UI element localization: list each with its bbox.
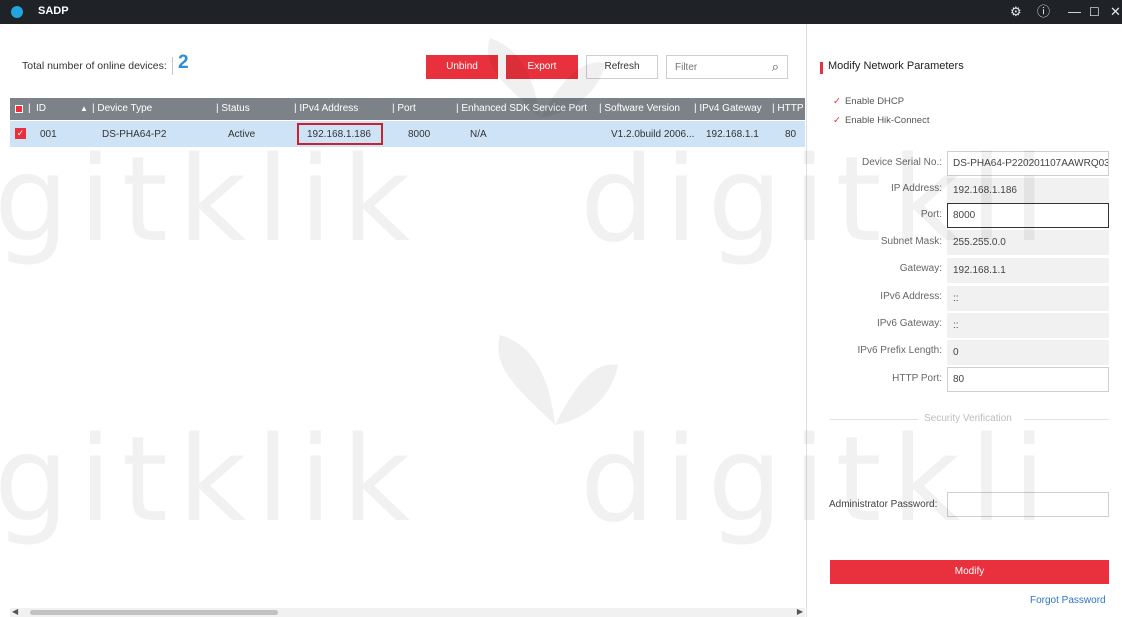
enable-hik-connect-checkbox[interactable]: ✓ Enable Hik-Connect <box>833 115 929 126</box>
column-header-status[interactable]: | Status <box>216 103 250 114</box>
watermark-text: digitkli <box>580 410 1056 548</box>
settings-icon[interactable]: ⚙ <box>1010 3 1022 21</box>
ipv6-prefix-label: IPv6 Prefix Length: <box>857 345 943 356</box>
scrollbar-thumb[interactable] <box>30 610 278 615</box>
security-verification-label: Security Verification <box>924 413 1012 424</box>
filter-input[interactable] <box>675 60 765 74</box>
online-devices-label: Total number of online devices: <box>22 60 167 72</box>
gateway-label: Gateway: <box>899 263 942 274</box>
cell-device-type: DS-PHA64-P2 <box>102 129 167 140</box>
info-icon[interactable]: ⓘ <box>1037 3 1050 21</box>
column-header-sdk-port[interactable]: | Enhanced SDK Service Port <box>456 103 587 114</box>
check-icon: ✓ <box>833 115 841 126</box>
scroll-left-icon[interactable]: ◀ <box>12 607 18 616</box>
horizontal-scrollbar[interactable]: ◀ ▶ <box>10 607 805 617</box>
minimize-icon[interactable]: — <box>1068 3 1081 21</box>
panel-divider <box>806 24 807 617</box>
watermark-text: gitklik <box>0 410 421 548</box>
sort-ascending-icon[interactable]: ▲ <box>80 104 88 113</box>
serial-label: Device Serial No.: <box>861 157 942 168</box>
app-title: SADP <box>38 5 69 17</box>
cell-id: 001 <box>40 129 57 140</box>
subnet-mask-label: Subnet Mask: <box>880 236 942 247</box>
row-checkbox[interactable]: ✓ <box>15 128 26 139</box>
ipv6-address-field[interactable]: :: <box>947 286 1109 311</box>
column-header-port[interactable]: | Port <box>392 103 416 114</box>
cell-http: 80 <box>785 129 797 140</box>
admin-password-field[interactable] <box>947 492 1109 517</box>
refresh-button[interactable]: Refresh <box>586 55 658 79</box>
subnet-mask-field[interactable]: 255.255.0.0 <box>947 230 1109 255</box>
modify-button[interactable]: Modify <box>830 560 1109 584</box>
column-header-id[interactable]: ID <box>36 103 46 114</box>
select-all-checkbox[interactable] <box>15 105 23 113</box>
title-accent <box>820 62 823 74</box>
scroll-right-icon[interactable]: ▶ <box>797 607 803 616</box>
divider <box>830 419 918 420</box>
ip-highlight-box <box>297 123 383 145</box>
divider <box>172 57 173 75</box>
unbind-button[interactable]: Unbind <box>426 55 498 79</box>
cell-software-version: V1.2.0build 2006... <box>611 129 695 140</box>
table-row[interactable]: ✓ 001 DS-PHA64-P2 Active 192.168.1.186 8… <box>10 121 805 147</box>
online-devices-count: 2 <box>178 52 189 73</box>
gateway-field[interactable]: 192.168.1.1 <box>947 258 1109 283</box>
ip-address-label: IP Address: <box>891 183 942 194</box>
column-header-http[interactable]: | HTTP <box>772 103 804 114</box>
ipv6-gateway-label: IPv6 Gateway: <box>876 318 942 329</box>
http-port-label: HTTP Port: <box>892 373 942 384</box>
column-header-ipv4[interactable]: | IPv4 Address <box>294 103 358 114</box>
ipv6-address-label: IPv6 Address: <box>880 291 942 302</box>
enable-dhcp-checkbox[interactable]: ✓ Enable DHCP <box>833 96 904 107</box>
http-port-field[interactable]: 80 <box>947 367 1109 392</box>
admin-password-label: Administrator Password: <box>829 499 938 510</box>
column-header-gateway[interactable]: | IPv4 Gateway <box>694 103 762 114</box>
watermark-text: gitklik <box>0 130 421 268</box>
close-icon[interactable]: ✕ <box>1110 3 1121 21</box>
ipv6-gateway-field[interactable]: :: <box>947 313 1109 338</box>
check-icon: ✓ <box>833 96 841 107</box>
serial-field[interactable]: DS-PHA64-P220201107AAWRQ038 <box>947 151 1109 176</box>
search-icon[interactable]: ⌕ <box>772 59 779 75</box>
ip-address-field[interactable]: 192.168.1.186 <box>947 178 1109 203</box>
port-label: Port: <box>920 209 942 220</box>
maximize-icon[interactable]: ☐ <box>1089 3 1100 21</box>
app-logo-icon <box>11 6 23 18</box>
cell-sdk-port: N/A <box>470 129 487 140</box>
cell-gateway: 192.168.1.1 <box>706 129 759 140</box>
divider <box>1024 419 1109 420</box>
forgot-password-link[interactable]: Forgot Password <box>1030 595 1106 606</box>
export-button[interactable]: Export <box>506 55 578 79</box>
table-header: | ID ▲ | Device Type | Status | IPv4 Add… <box>10 98 805 120</box>
filter-field[interactable]: ⌕ <box>666 55 788 79</box>
port-field[interactable]: 8000 <box>947 203 1109 228</box>
column-header-software[interactable]: | Software Version <box>599 103 680 114</box>
column-header-device-type[interactable]: | Device Type <box>92 103 152 114</box>
cell-status: Active <box>228 129 256 140</box>
watermark-butterfly-icon <box>498 335 618 425</box>
panel-title: Modify Network Parameters <box>828 60 964 72</box>
title-bar: SADP ⚙ ⓘ — ☐ ✕ <box>0 0 1122 24</box>
ipv6-prefix-field[interactable]: 0 <box>947 340 1109 365</box>
cell-port: 8000 <box>408 129 431 140</box>
